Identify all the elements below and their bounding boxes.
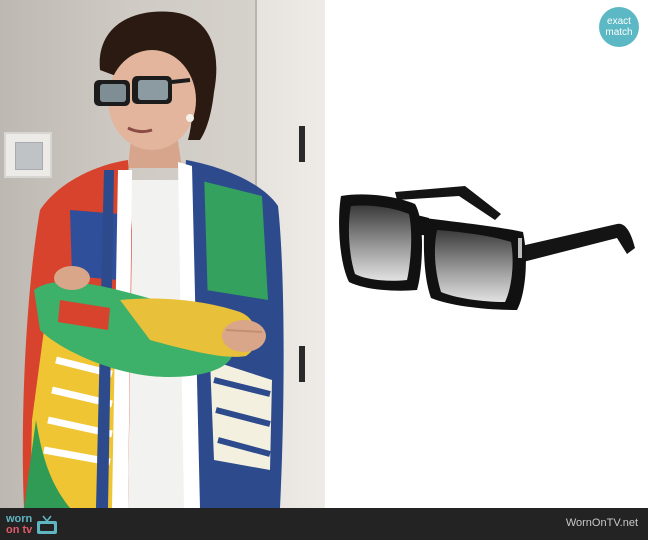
badge-line-exact: exact	[607, 16, 631, 27]
person-illustration	[22, 11, 284, 508]
footer-bar: worn on tv WornOnTV.net	[0, 508, 648, 540]
tv-icon	[36, 515, 58, 536]
logo-ontv-text: on tv	[6, 524, 33, 536]
celebrity-photo	[0, 0, 325, 508]
badge-line-match: match	[605, 27, 633, 38]
site-credit: WornOnTV.net	[565, 517, 638, 529]
exact-match-badge: exact match	[599, 7, 639, 47]
product-panel	[325, 0, 648, 508]
wornontv-logo[interactable]: worn on tv	[6, 513, 58, 537]
sunglasses-image[interactable]	[325, 0, 648, 508]
